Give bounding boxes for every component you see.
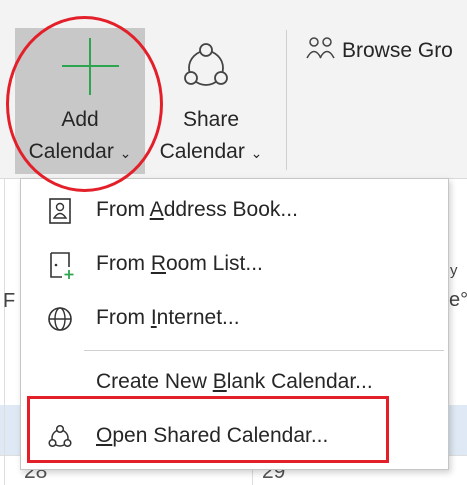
address-book-icon	[49, 198, 71, 224]
ribbon-separator	[286, 30, 287, 170]
menu-separator	[84, 350, 444, 351]
menu-item-label: From Address Book...	[96, 198, 298, 221]
share-calendar-label-line2: Calendar ⌄	[159, 140, 263, 163]
globe-icon	[48, 307, 72, 331]
day-header-letter: e°	[449, 289, 467, 311]
menu-item-label: From Room List...	[96, 252, 263, 275]
add-calendar-label-line2: Calendar ⌄	[28, 140, 132, 163]
ribbon: Add Calendar ⌄ Share Calendar ⌄ Browse G…	[0, 0, 467, 178]
day-header-letter: F	[3, 290, 16, 312]
chevron-down-icon: ⌄	[250, 145, 263, 161]
add-calendar-button[interactable]: Add Calendar ⌄	[15, 28, 145, 174]
menu-item-from-room-list[interactable]: From Room List...	[21, 239, 448, 291]
menu-item-from-address-book[interactable]: From Address Book...	[21, 185, 448, 237]
add-icon	[89, 38, 91, 95]
add-calendar-menu: From Address Book... From Room List... F…	[20, 178, 449, 470]
menu-item-from-internet[interactable]: From Internet...	[21, 293, 448, 345]
people-icon	[306, 37, 335, 59]
menu-item-create-new-blank-calendar[interactable]: Create New Blank Calendar...	[21, 357, 448, 409]
menu-item-label: Create New Blank Calendar...	[96, 370, 373, 393]
menu-item-label: Open Shared Calendar...	[96, 424, 329, 447]
add-calendar-label-line1: Add	[61, 108, 99, 131]
calendar-column-divider	[4, 179, 5, 485]
browse-groups-button[interactable]: Browse Gro	[306, 36, 453, 63]
chevron-down-icon: ⌄	[119, 145, 132, 161]
menu-item-open-shared-calendar[interactable]: Open Shared Calendar...	[21, 411, 448, 463]
day-header-letter: y	[450, 262, 458, 279]
share-calendar-button[interactable]: Share Calendar ⌄	[151, 28, 271, 174]
share-calendar-icon	[184, 43, 228, 86]
browse-groups-label: Browse Gro	[342, 39, 453, 62]
shared-calendar-icon	[48, 424, 72, 448]
room-list-icon	[50, 252, 74, 279]
share-calendar-label-line1: Share	[182, 108, 240, 131]
menu-item-label: From Internet...	[96, 306, 240, 329]
